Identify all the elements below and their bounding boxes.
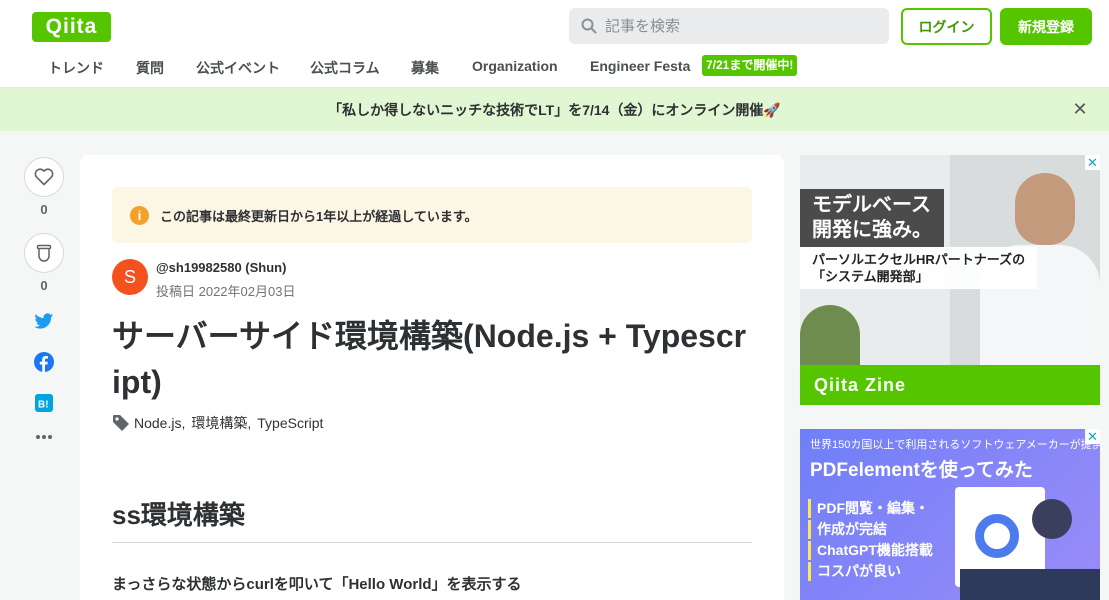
like-button[interactable] [24, 157, 64, 197]
ad2-person-image [1032, 499, 1072, 539]
ad2-bullet: PDF閲覧・編集・ [808, 499, 933, 518]
qiita-logo[interactable]: Qiita [32, 12, 111, 42]
event-badge[interactable]: 7/21まで開催中! [702, 55, 798, 76]
ad-banner-pdfelement[interactable]: 世界150カ国以上で利用されるソフトウェアメーカーが提供 PDFelementを… [800, 429, 1100, 600]
hatena-share[interactable]: B! [24, 394, 64, 412]
ad1-sub1: パーソルエクセルHRパートナーズの [812, 252, 1026, 267]
twitter-icon [34, 313, 54, 329]
ad2-bullet: コスパが良い [808, 562, 933, 581]
author-name[interactable]: @sh19982580 (Shun) [156, 260, 295, 275]
banner-text[interactable]: 「私しか得しないニッチな技術でLT」を7/14（金）にオンライン開催🚀 [328, 100, 781, 120]
author-block: S @sh19982580 (Shun) 投稿日 2022年02月03日 [112, 259, 295, 300]
twitter-share[interactable] [24, 313, 64, 330]
site-header: Qiita ログイン 新規登録 トレンド 質問 公式イベント 公式コラム 募集 … [0, 0, 1109, 88]
tag-typescript[interactable]: TypeScript [257, 415, 323, 431]
nav-engineer-festa[interactable]: Engineer Festa [590, 58, 690, 74]
ad-banner-persol[interactable]: モデルベース 開発に強み。 パーソルエクセルHRパートナーズの 「システム開発部… [800, 155, 1100, 405]
ad1-line2: 開発に強み。 [812, 219, 932, 241]
facebook-icon [34, 352, 54, 372]
ad-close-icon[interactable]: ✕ [1085, 155, 1100, 170]
notice-text: この記事は最終更新日から1年以上が経過しています。 [160, 208, 478, 224]
nav-official-events[interactable]: 公式イベント [196, 58, 280, 78]
login-button[interactable]: ログイン [901, 8, 992, 45]
section-heading: ss環境構築 [112, 495, 752, 543]
tag-environment-setup[interactable]: 環境構築 [191, 413, 247, 433]
stock-icon [36, 244, 52, 262]
ad-person-head [1015, 173, 1075, 245]
ad-close-icon[interactable]: ✕ [1085, 429, 1100, 444]
signup-button[interactable]: 新規登録 [1000, 8, 1092, 45]
ad2-headline: PDFelementを使ってみた [810, 460, 1033, 481]
ellipsis-icon [36, 435, 52, 439]
ad1-subtext: パーソルエクセルHRパートナーズの 「システム開発部」 [800, 247, 1038, 289]
heart-icon [34, 168, 54, 186]
ad-plant-image [800, 305, 860, 365]
tag-icon [113, 415, 129, 431]
ad1-brand: Qiita Zine [800, 365, 1100, 405]
svg-text:B!: B! [38, 400, 49, 411]
hatena-bookmark-icon: B! [35, 394, 53, 412]
ad2-top: 世界150カ国以上で利用されるソフトウェアメーカーが提供 [810, 439, 1100, 451]
section-paragraph: まっさらな状態からcurlを叩いて「Hello World」を表示する [112, 576, 522, 593]
ad1-line1: モデルベース [812, 194, 931, 216]
tag-list: Node.js, 環境構築, TypeScript [112, 413, 323, 433]
article-actions: 0 0 B! [24, 157, 64, 440]
nav-questions[interactable]: 質問 [136, 58, 164, 78]
search-input[interactable] [605, 17, 865, 35]
tag-nodejs[interactable]: Node.js [134, 415, 181, 431]
nav-recruit[interactable]: 募集 [411, 58, 439, 78]
more-actions[interactable] [24, 434, 64, 440]
nav-trend[interactable]: トレンド [48, 58, 104, 78]
like-count: 0 [40, 202, 48, 217]
ad2-chart-image [975, 514, 1019, 558]
ad2-laptop-image [960, 569, 1100, 600]
stock-button[interactable] [24, 233, 64, 273]
ad2-bullet: 作成が完結 [808, 520, 933, 539]
nav-official-columns[interactable]: 公式コラム [310, 58, 380, 78]
ad1-headline: モデルベース 開発に強み。 [800, 189, 944, 247]
outdated-notice: i この記事は最終更新日から1年以上が経過しています。 [112, 187, 752, 243]
ad2-bullets: PDF閲覧・編集・ 作成が完結 ChatGPT機能搭載 コスパが良い [808, 499, 933, 583]
nav-organization[interactable]: Organization [472, 58, 558, 74]
ad1-sub2: 「システム開発部」 [812, 269, 929, 284]
search-icon [581, 18, 597, 34]
post-date: 投稿日 2022年02月03日 [156, 284, 296, 299]
facebook-share[interactable] [24, 352, 64, 372]
search-box[interactable] [569, 8, 889, 44]
announcement-banner: 「私しか得しないニッチな技術でLT」を7/14（金）にオンライン開催🚀 ✕ [0, 88, 1109, 131]
article-card: i この記事は最終更新日から1年以上が経過しています。 S @sh1998258… [80, 155, 784, 600]
avatar[interactable]: S [112, 259, 148, 295]
ad2-bullet: ChatGPT機能搭載 [808, 541, 933, 560]
close-icon[interactable]: ✕ [1071, 100, 1089, 118]
article-title: サーバーサイド環境構築(Node.js + Typescript) [112, 318, 747, 400]
info-icon: i [130, 205, 149, 225]
stock-count: 0 [40, 278, 48, 293]
